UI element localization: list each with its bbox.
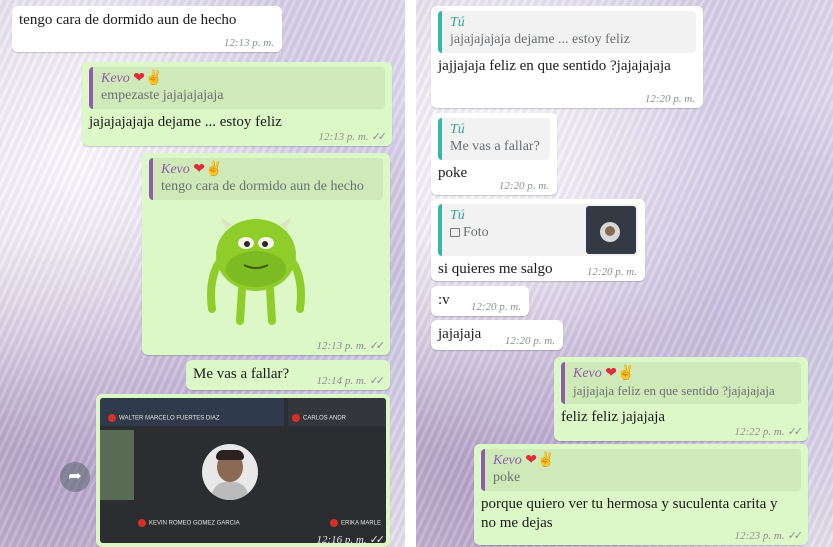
read-ticks-icon: ✓✓ xyxy=(787,530,804,542)
read-ticks-icon: ✓✓ xyxy=(369,375,386,387)
quote-author: Kevo ❤✌ xyxy=(101,71,163,86)
quote-text: Me vas a fallar? xyxy=(450,139,540,154)
video-tile: CARLOS ANDR xyxy=(288,398,386,426)
quote-text: tengo cara de dormido aun de hecho xyxy=(161,179,364,194)
quoted-photo-thumbnail xyxy=(586,206,636,254)
quote-author: Kevo ❤✌ xyxy=(573,366,635,381)
mic-off-icon xyxy=(108,414,116,422)
participant-name: ERIKA MARLE xyxy=(330,519,381,527)
video-call-screenshot[interactable]: WALTER MARCELO FUERTES DIAZ CARLOS ANDR … xyxy=(100,398,386,543)
message-incoming[interactable]: Tú Me vas a fallar? poke 12:20 p. m. xyxy=(431,113,557,195)
message-time: 12:13 p. m. ✓✓ xyxy=(318,131,388,143)
video-tile: WALTER MARCELO FUERTES DIAZ xyxy=(100,398,284,426)
message-text: jajjajaja feliz en que sentido ?jajajaja… xyxy=(438,58,671,74)
quoted-message[interactable]: Kevo ❤✌ jajjajaja feliz en que sentido ?… xyxy=(561,362,801,404)
peace-hand-icon: ✌ xyxy=(537,453,555,468)
peace-hand-icon: ✌ xyxy=(205,162,223,177)
quote-author: Tú xyxy=(450,122,465,137)
photo-icon xyxy=(450,228,460,237)
message-time: 12:13 p. m. xyxy=(223,37,274,49)
participant-name: CARLOS ANDR xyxy=(292,414,346,422)
quote-text: jajjajaja feliz en que sentido ?jajajaja… xyxy=(573,383,775,398)
video-tile-main: KEVIN ROMEO GOMEZ GARCIA xyxy=(138,430,348,543)
mic-off-icon xyxy=(292,414,300,422)
heart-icon: ❤ xyxy=(605,366,617,381)
message-incoming[interactable]: tengo cara de dormido aun de hecho 12:13… xyxy=(12,6,282,52)
message-time: 12:20 p. m. xyxy=(470,301,521,313)
message-text: tengo cara de dormido aun de hecho xyxy=(19,12,237,28)
message-outgoing[interactable]: Kevo ❤✌ jajjajaja feliz en que sentido ?… xyxy=(554,357,808,441)
quoted-message[interactable]: Tú Me vas a fallar? xyxy=(438,118,550,160)
quoted-message[interactable]: Kevo ❤✌ tengo cara de dormido aun de hec… xyxy=(149,158,383,200)
read-ticks-icon: ✓✓ xyxy=(369,534,386,546)
heart-icon: ❤ xyxy=(133,71,145,86)
quote-author: Kevo ❤✌ xyxy=(161,162,223,177)
video-tile xyxy=(100,430,134,500)
read-ticks-icon: ✓✓ xyxy=(787,426,804,438)
message-time: 12:16 p. m. ✓✓ xyxy=(316,534,386,546)
peace-hand-icon: ✌ xyxy=(145,71,163,86)
quoted-message[interactable]: Tú jajajajajaja dejame ... estoy feliz xyxy=(438,11,696,53)
message-time: 12:20 p. m. xyxy=(498,180,549,192)
read-ticks-icon: ✓✓ xyxy=(371,131,388,143)
avatar xyxy=(202,444,258,500)
message-time: 12:22 p. m. ✓✓ xyxy=(734,426,804,438)
message-time: 12:14 p. m. ✓✓ xyxy=(316,375,386,387)
quoted-message[interactable]: Kevo ❤✌ empezaste jajajajajaja xyxy=(89,67,385,109)
quote-text: empezaste jajajajajaja xyxy=(101,88,224,103)
heart-icon: ❤ xyxy=(525,453,537,468)
message-outgoing[interactable]: Kevo ❤✌ empezaste jajajajajaja jajajajaj… xyxy=(82,62,392,146)
video-tile: ERIKA MARLE xyxy=(330,430,386,543)
message-time: 12:20 p. m. xyxy=(504,335,555,347)
message-outgoing-sticker[interactable]: Kevo ❤✌ tengo cara de dormido aun de hec… xyxy=(142,153,390,355)
message-incoming[interactable]: :v 12:20 p. m. xyxy=(431,286,529,316)
message-outgoing[interactable]: Kevo ❤✌ poke porque quiero ver tu hermos… xyxy=(474,444,808,545)
mic-off-icon xyxy=(138,519,146,527)
message-incoming[interactable]: jajajaja 12:20 p. m. xyxy=(431,320,563,350)
quoted-message[interactable]: Tú Foto xyxy=(438,204,638,256)
participant-name: WALTER MARCELO FUERTES DIAZ xyxy=(108,414,220,422)
peace-hand-icon: ✌ xyxy=(617,366,635,381)
read-ticks-icon: ✓✓ xyxy=(369,340,386,352)
chat-panel-right: Tú jajajajajaja dejame ... estoy feliz j… xyxy=(416,0,833,547)
message-time: 12:20 p. m. xyxy=(586,266,637,278)
quote-text: jajajajajaja dejame ... estoy feliz xyxy=(450,32,630,47)
forward-arrow-icon[interactable]: ➦ xyxy=(60,462,90,492)
message-text: porque quiero ver tu hermosa y suculenta… xyxy=(481,496,778,531)
message-outgoing-image[interactable]: WALTER MARCELO FUERTES DIAZ CARLOS ANDR … xyxy=(96,394,390,547)
message-incoming[interactable]: Tú jajajajajaja dejame ... estoy feliz j… xyxy=(431,6,703,108)
message-incoming[interactable]: Tú Foto si quieres me salgo 12:20 p. m. xyxy=(431,199,645,281)
quote-author: Kevo ❤✌ xyxy=(493,453,555,468)
quoted-message[interactable]: Kevo ❤✌ poke xyxy=(481,449,801,491)
message-time: 12:20 p. m. xyxy=(644,93,695,105)
sticker[interactable] xyxy=(150,209,382,333)
message-time: 12:23 p. m. ✓✓ xyxy=(734,530,804,542)
heart-icon: ❤ xyxy=(193,162,205,177)
quote-text: poke xyxy=(493,470,521,485)
participant-name: KEVIN ROMEO GOMEZ GARCIA xyxy=(138,519,240,527)
chat-panel-left: tengo cara de dormido aun de hecho 12:13… xyxy=(0,0,405,547)
mic-off-icon xyxy=(330,519,338,527)
mike-wazowski-sticker xyxy=(207,217,305,325)
message-time: 12:13 p. m. ✓✓ xyxy=(316,340,386,352)
message-outgoing[interactable]: Me vas a fallar? 12:14 p. m. ✓✓ xyxy=(186,360,390,390)
quote-author: Tú xyxy=(450,15,465,30)
